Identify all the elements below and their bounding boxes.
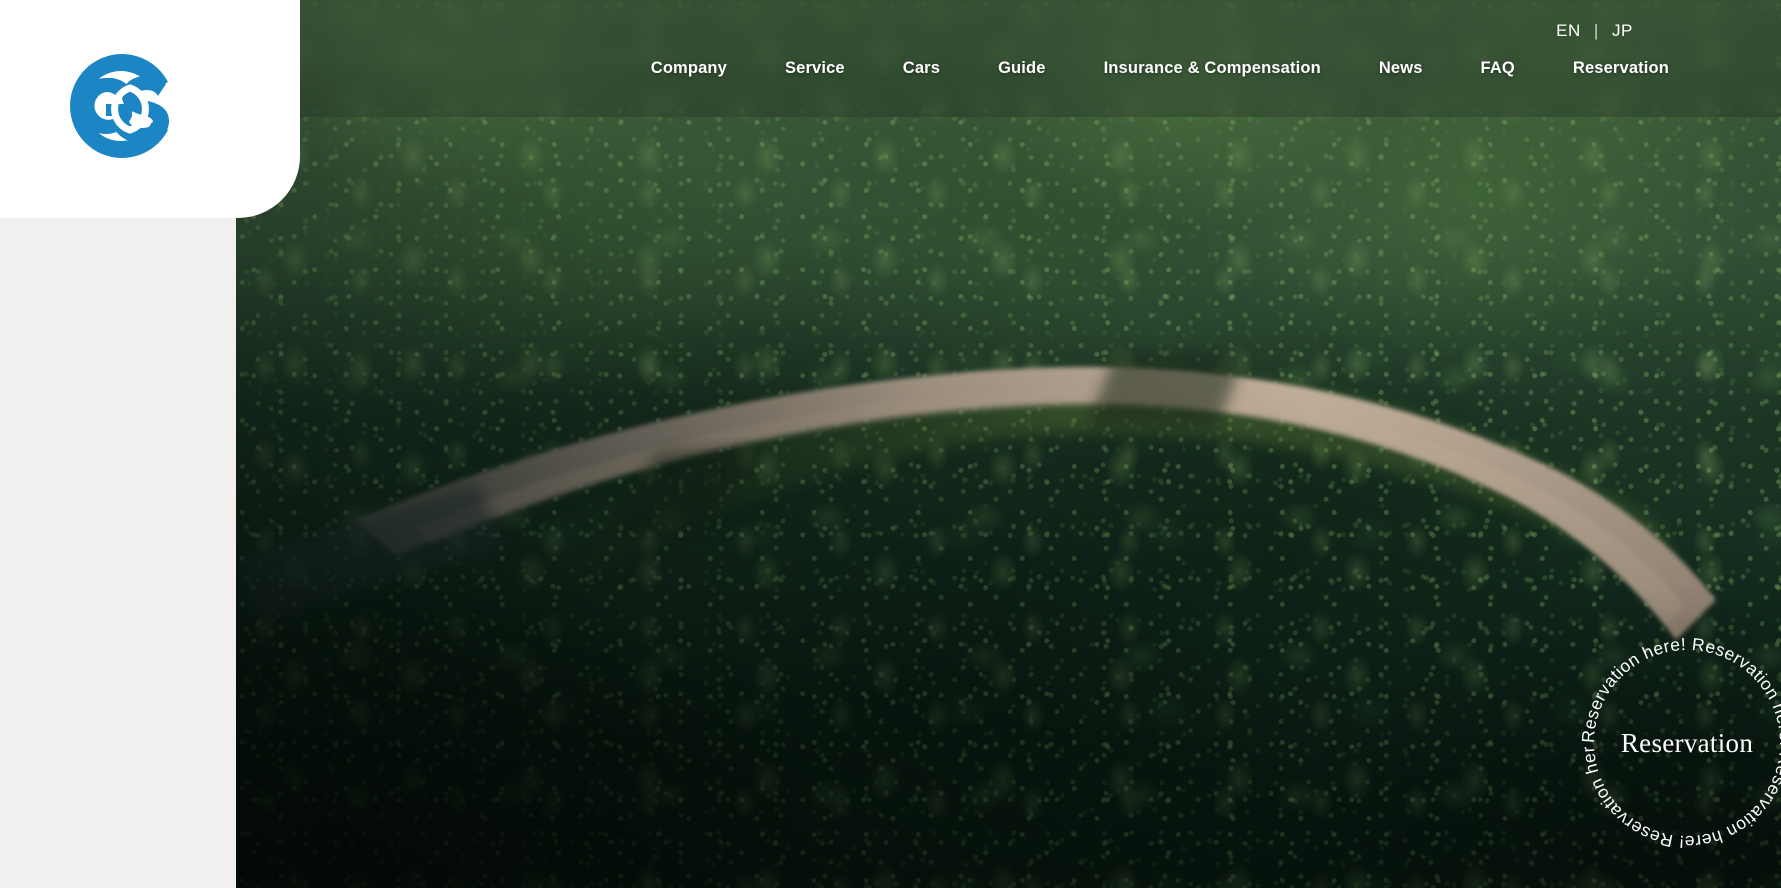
reservation-circle-badge[interactable]: Reservation here! Reservation here! Rese… xyxy=(1557,602,1781,888)
main-navigation: Company Service Cars Guide Insurance & C… xyxy=(236,55,1781,82)
site-header: EN | JP Company Service Cars Guide Insur… xyxy=(236,0,1781,117)
nav-item-reservation[interactable]: Reservation xyxy=(1573,55,1669,82)
hero-vignette xyxy=(236,0,1781,888)
nav-item-news[interactable]: News xyxy=(1379,55,1423,82)
language-option-en[interactable]: EN xyxy=(1556,21,1581,41)
left-gutter-panel xyxy=(0,218,236,888)
gs-monogram-logo[interactable] xyxy=(44,44,204,174)
nav-item-company[interactable]: Company xyxy=(651,55,727,82)
language-separator: | xyxy=(1593,21,1599,40)
nav-item-guide[interactable]: Guide xyxy=(998,55,1046,82)
reservation-ring-label: Reservation here! Reservation here! Rese… xyxy=(1557,602,1781,852)
nav-item-insurance-compensation[interactable]: Insurance & Compensation xyxy=(1104,55,1321,82)
reservation-ring-textpath: Reservation here! Reservation here! Rese… xyxy=(1557,602,1781,852)
hero-background-image xyxy=(236,0,1781,888)
nav-item-faq[interactable]: FAQ xyxy=(1481,55,1515,82)
landing-page: EN | JP Company Service Cars Guide Insur… xyxy=(0,0,1781,888)
language-switcher[interactable]: EN | JP xyxy=(1556,21,1633,41)
reservation-rotating-text: Reservation here! Reservation here! Rese… xyxy=(1557,602,1781,852)
language-option-jp[interactable]: JP xyxy=(1612,21,1633,41)
nav-item-cars[interactable]: Cars xyxy=(903,55,940,82)
logo-panel[interactable] xyxy=(0,0,300,218)
nav-item-service[interactable]: Service xyxy=(785,55,845,82)
